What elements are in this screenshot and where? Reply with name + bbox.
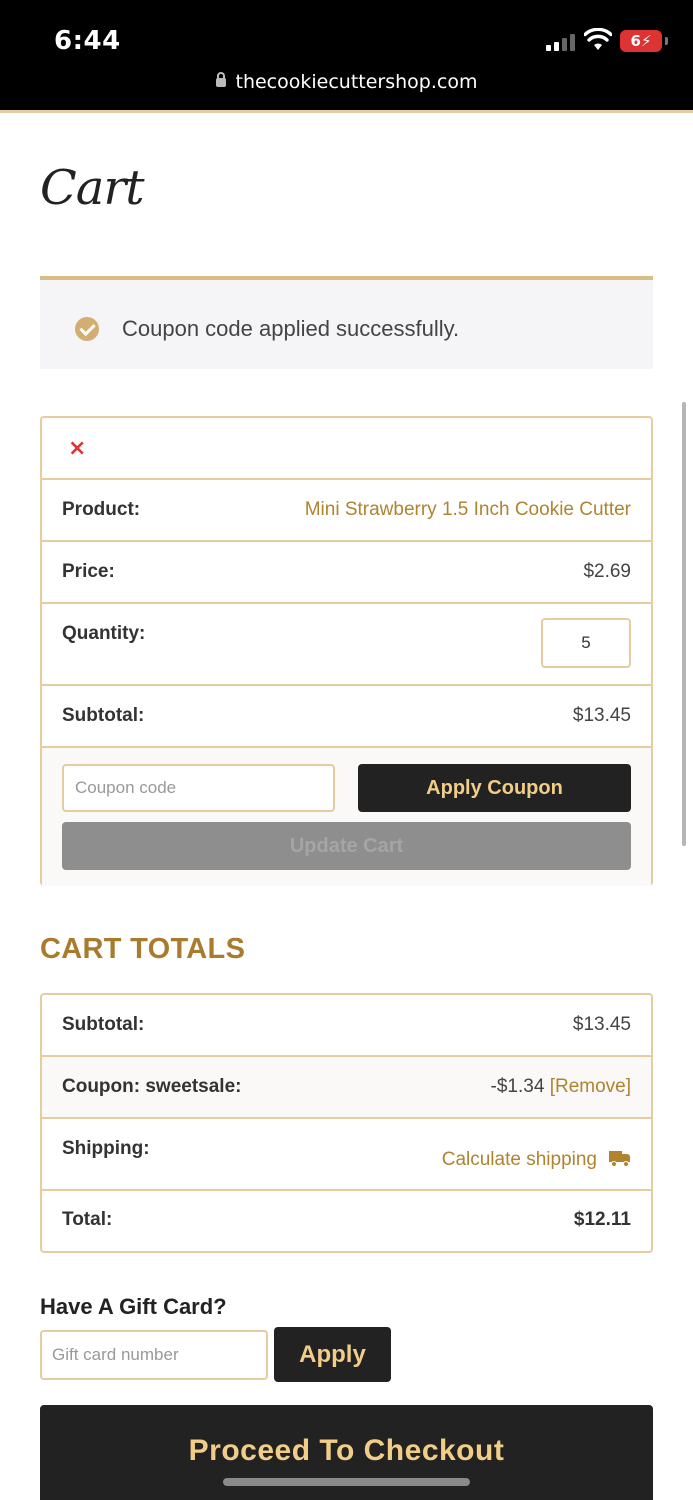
totals-row-coupon: Coupon: sweetsale: -$1.34 [Remove]: [42, 1057, 651, 1119]
coupon-amount: -$1.34: [490, 1076, 545, 1097]
quantity-input[interactable]: 5: [541, 618, 631, 668]
status-bar: 6:44 6⚡ thecookiecuttershop.com: [0, 0, 693, 110]
coupon-label: Coupon: sweetsale:: [62, 1076, 242, 1097]
cart-totals-heading: CART TOTALS: [40, 933, 246, 965]
cart-row-remove: ×: [42, 418, 651, 480]
price-label: Price:: [62, 561, 115, 582]
cart-item: × Product: Mini Strawberry 1.5 Inch Cook…: [40, 416, 653, 886]
cart-row-product: Product: Mini Strawberry 1.5 Inch Cookie…: [42, 480, 651, 542]
coupon-code-input[interactable]: Coupon code: [62, 764, 335, 812]
cart-row-subtotal: Subtotal: $13.45: [42, 686, 651, 748]
price-value: $2.69: [583, 561, 631, 582]
url-text: thecookiecuttershop.com: [235, 71, 478, 93]
total-value: $12.11: [573, 1209, 631, 1230]
header-divider: [0, 110, 693, 113]
address-bar[interactable]: thecookiecuttershop.com: [0, 71, 693, 93]
battery-tip: [665, 37, 668, 45]
scrollbar[interactable]: [682, 402, 686, 846]
cart-row-quantity: Quantity: 5: [42, 604, 651, 686]
coupon-discount: -$1.34 [Remove]: [491, 1076, 631, 1098]
status-time: 6:44: [54, 26, 121, 56]
update-cart-button[interactable]: Update Cart: [62, 822, 631, 870]
product-name-link[interactable]: Mini Strawberry 1.5 Inch Cookie Cutter: [305, 499, 631, 521]
lock-icon: [215, 72, 226, 87]
totals-row-total: Total: $12.11: [42, 1191, 651, 1253]
wifi-icon: [584, 28, 612, 50]
battery-level: 6: [630, 32, 641, 50]
totals-row-shipping: Shipping: Calculate shipping: [42, 1119, 651, 1191]
shipping-label: Shipping:: [62, 1138, 150, 1159]
total-label: Total:: [62, 1209, 113, 1230]
truck-icon: [609, 1149, 631, 1167]
cart-totals: Subtotal: $13.45 Coupon: sweetsale: -$1.…: [40, 993, 653, 1253]
gift-card-input[interactable]: Gift card number: [40, 1330, 268, 1380]
gift-card-apply-button[interactable]: Apply: [274, 1327, 391, 1382]
calculate-shipping-link[interactable]: Calculate shipping: [442, 1149, 631, 1171]
gift-card-heading: Have A Gift Card?: [40, 1294, 227, 1319]
success-notice: Coupon code applied successfully.: [40, 276, 653, 369]
remove-item-close-icon[interactable]: ×: [68, 438, 86, 460]
totals-subtotal-label: Subtotal:: [62, 1014, 145, 1035]
calculate-shipping-text: Calculate shipping: [441, 1149, 597, 1170]
check-circle-icon: [75, 317, 99, 341]
subtotal-value: $13.45: [572, 705, 631, 726]
signal-icon: [546, 33, 578, 51]
apply-coupon-button[interactable]: Apply Coupon: [358, 764, 631, 812]
product-label: Product:: [62, 499, 141, 520]
subtotal-label: Subtotal:: [62, 705, 145, 726]
page-title: Cart: [40, 160, 145, 216]
remove-coupon-link[interactable]: [Remove]: [550, 1076, 631, 1097]
battery-icon: 6⚡: [620, 30, 662, 52]
home-indicator[interactable]: [223, 1478, 470, 1486]
totals-subtotal-value: $13.45: [572, 1014, 631, 1035]
coupon-area: Coupon code Apply Coupon Update Cart: [42, 748, 651, 886]
totals-row-subtotal: Subtotal: $13.45: [42, 995, 651, 1057]
notice-message: Coupon code applied successfully.: [122, 316, 460, 341]
quantity-label: Quantity:: [62, 623, 146, 644]
cart-row-price: Price: $2.69: [42, 542, 651, 604]
